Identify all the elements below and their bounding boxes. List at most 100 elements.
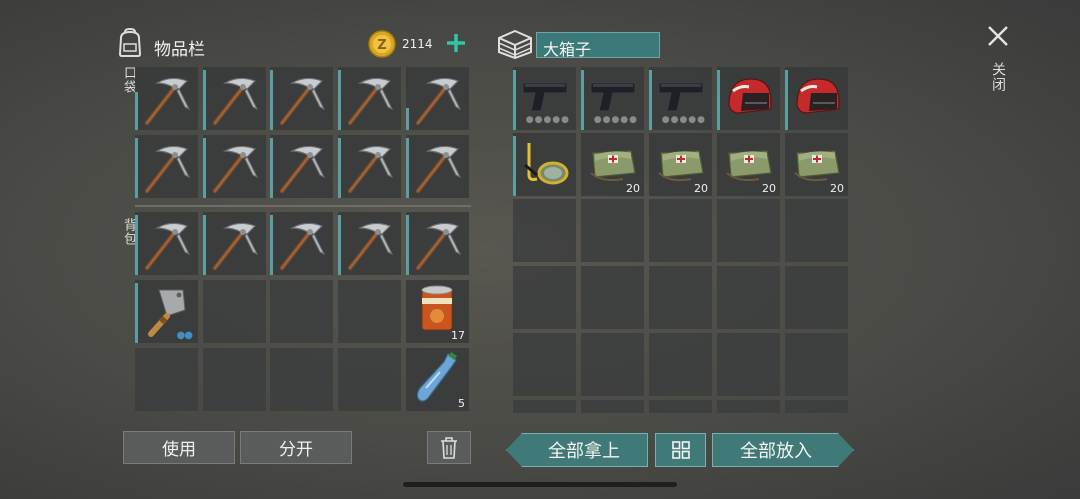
home-indicator: [403, 482, 677, 487]
use-button[interactable]: 使用: [123, 431, 235, 464]
container-slot[interactable]: [717, 400, 780, 413]
pickaxe-icon: [272, 69, 332, 129]
inventory-slot[interactable]: [338, 280, 401, 343]
inventory-slot[interactable]: [135, 67, 198, 130]
inventory-slot[interactable]: [203, 280, 266, 343]
item-quantity: 20: [694, 182, 708, 195]
pickaxe-icon: [272, 137, 332, 197]
inventory-slot[interactable]: [338, 135, 401, 198]
inventory-slot[interactable]: [406, 212, 469, 275]
container-slot[interactable]: [785, 67, 848, 130]
container-slot[interactable]: 20: [785, 133, 848, 196]
grid-sort-icon: [671, 441, 690, 459]
item-quantity: 20: [830, 182, 844, 195]
inventory-slot[interactable]: [135, 135, 198, 198]
pickaxe-icon: [408, 137, 468, 197]
container-slot[interactable]: [581, 266, 644, 329]
pickaxe-icon: [272, 214, 332, 274]
svg-text:Z: Z: [377, 38, 386, 53]
inventory-slot[interactable]: 17: [406, 280, 469, 343]
pickaxe-icon: [137, 137, 197, 197]
item-quantity: 5: [458, 397, 465, 410]
trash-icon: [441, 436, 457, 459]
backpack-icon: [116, 27, 144, 58]
inventory-slot[interactable]: [135, 212, 198, 275]
helmet-icon: [787, 69, 847, 129]
container-slot[interactable]: [581, 199, 644, 262]
take-all-button[interactable]: 全部拿上: [506, 433, 648, 467]
plus-icon[interactable]: [444, 31, 468, 55]
trash-button[interactable]: [427, 431, 471, 464]
container-slot[interactable]: [649, 400, 712, 413]
container-name: 大箱子: [543, 40, 592, 59]
inventory-slot[interactable]: [270, 280, 333, 343]
inventory-slot[interactable]: [203, 67, 266, 130]
container-slot[interactable]: [717, 333, 780, 396]
container-slot[interactable]: ●●●●●: [513, 67, 576, 130]
container-slot[interactable]: [717, 266, 780, 329]
inventory-slot[interactable]: [270, 348, 333, 411]
inventory-slot[interactable]: [406, 135, 469, 198]
container-slot[interactable]: 20: [717, 133, 780, 196]
container-slot[interactable]: [513, 266, 576, 329]
container-slot[interactable]: [649, 199, 712, 262]
container-slot[interactable]: ●●●●●: [581, 67, 644, 130]
inventory-slot[interactable]: [270, 67, 333, 130]
coin-icon: Z: [368, 30, 396, 58]
container-name-field[interactable]: 大箱子: [536, 32, 660, 59]
inventory-slot[interactable]: [203, 135, 266, 198]
container-slot[interactable]: [649, 333, 712, 396]
close-icon: [986, 24, 1010, 48]
item-quantity: 20: [626, 182, 640, 195]
container-slot[interactable]: 20: [581, 133, 644, 196]
inventory-slot[interactable]: [270, 212, 333, 275]
container-slot[interactable]: [717, 67, 780, 130]
pickaxe-icon: [205, 69, 265, 129]
inventory-slot[interactable]: ●●: [135, 280, 198, 343]
snorkel-mask-icon: [515, 135, 575, 195]
ammo-dots: ●●●●●: [525, 115, 570, 125]
container-slot[interactable]: [581, 333, 644, 396]
ammo-dots: ●●●●●: [593, 115, 638, 125]
inventory-slot[interactable]: [406, 67, 469, 130]
container-slot[interactable]: [513, 199, 576, 262]
sort-button[interactable]: [655, 433, 706, 467]
close-label: 关闭: [990, 62, 1006, 92]
inventory-slot[interactable]: [338, 212, 401, 275]
pickaxe-icon: [408, 214, 468, 274]
put-all-button[interactable]: 全部放入: [712, 433, 854, 467]
inventory-slot[interactable]: [203, 212, 266, 275]
container-header: 大箱子: [497, 28, 667, 62]
split-button[interactable]: 分开: [240, 431, 352, 464]
box-icon: [497, 29, 533, 60]
inventory-slot[interactable]: [203, 348, 266, 411]
pickaxe-icon: [137, 69, 197, 129]
container-slot[interactable]: [717, 199, 780, 262]
take-all-label: 全部拿上: [548, 441, 620, 462]
inventory-slot[interactable]: [135, 348, 198, 411]
container-slot[interactable]: [785, 266, 848, 329]
container-slot[interactable]: [513, 333, 576, 396]
pocket-backpack-divider: [135, 205, 471, 207]
container-slot[interactable]: [785, 333, 848, 396]
inventory-slot[interactable]: [338, 67, 401, 130]
container-slot[interactable]: [581, 400, 644, 413]
inventory-slot[interactable]: [270, 135, 333, 198]
inventory-title: 物品栏: [154, 40, 205, 60]
inventory-slot[interactable]: [338, 348, 401, 411]
container-slot[interactable]: [785, 199, 848, 262]
container-slot[interactable]: [513, 400, 576, 413]
attachment-dots: ●●: [176, 330, 193, 341]
coin-balance: Z 2114: [368, 28, 468, 60]
inventory-slot[interactable]: 5: [406, 348, 469, 411]
container-slot[interactable]: [649, 266, 712, 329]
put-all-label: 全部放入: [740, 441, 812, 462]
close-button[interactable]: 关闭: [982, 22, 1014, 102]
pickaxe-icon: [408, 69, 468, 129]
container-slot[interactable]: 20: [649, 133, 712, 196]
pickaxe-icon: [137, 214, 197, 274]
ammo-dots: ●●●●●: [661, 115, 706, 125]
container-slot[interactable]: [785, 400, 848, 413]
container-slot[interactable]: ●●●●●: [649, 67, 712, 130]
container-slot[interactable]: [513, 133, 576, 196]
